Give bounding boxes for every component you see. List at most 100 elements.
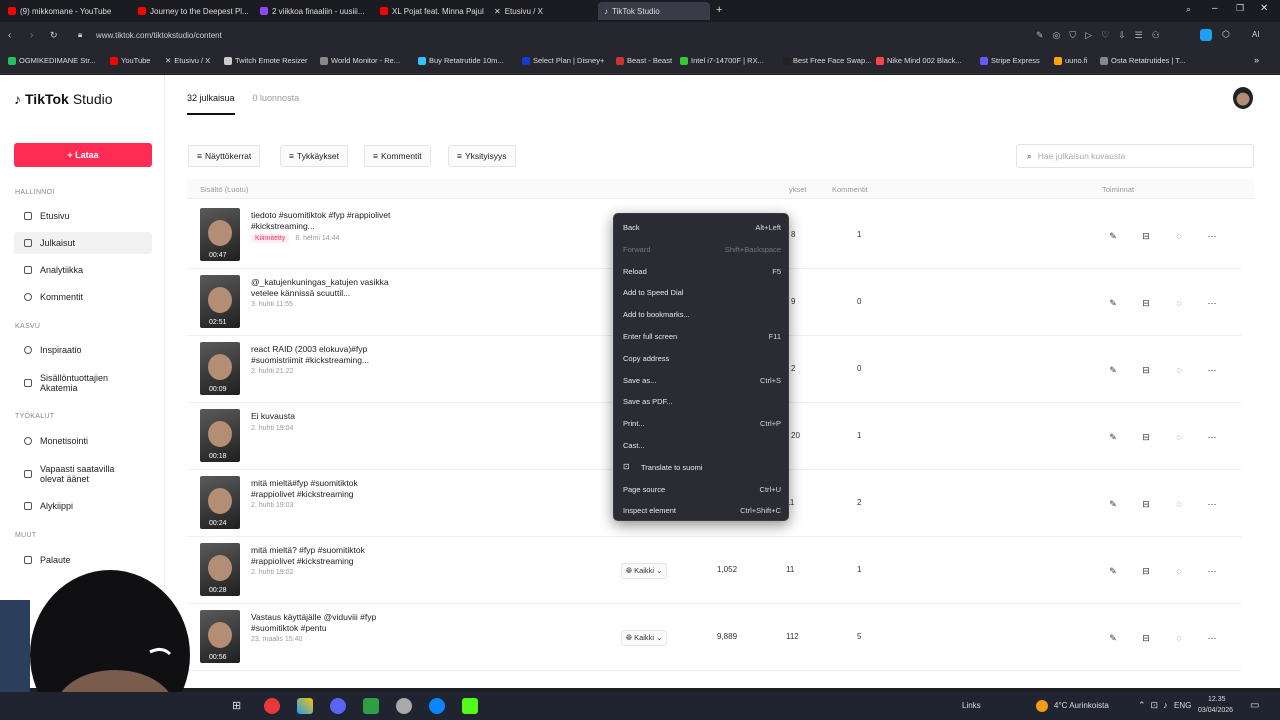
reload-icon[interactable]: ↻ [50, 30, 58, 41]
video-caption[interactable]: react RAID (2003 elokuva)#fyp #suomistri… [251, 344, 401, 366]
url-field[interactable]: www.tiktok.com/tiktokstudio/content [96, 31, 222, 40]
analytics-icon[interactable]: ⊟ [1140, 364, 1152, 376]
clock-date[interactable]: 03/04/2026 [1198, 707, 1233, 714]
app-taskbar-icon[interactable] [363, 698, 379, 714]
steam-icon[interactable] [396, 698, 412, 714]
edge-icon[interactable] [429, 698, 445, 714]
close-window-button[interactable]: ✕ [1260, 3, 1268, 14]
bookmark[interactable]: Buy Retatrutide 10m... [418, 56, 504, 65]
more-icon[interactable]: ⋯ [1206, 230, 1218, 242]
browser-tab[interactable]: 2 viikkoa finaaliin - uusiii... [254, 2, 378, 20]
browser-tab[interactable]: ✕ Etusivu / X [488, 2, 596, 20]
ai-button[interactable]: AI [1252, 30, 1260, 39]
bookmark[interactable]: Stripe Express [980, 56, 1040, 65]
tab-posts[interactable]: 32 julkaisua [187, 93, 235, 115]
edit-icon[interactable]: ✎ [1107, 632, 1119, 644]
bookmark[interactable]: Beast - Beast [616, 56, 672, 65]
forward-icon[interactable]: › [30, 30, 33, 41]
bookmark[interactable]: Osta Retatrutides | T... [1100, 56, 1185, 65]
browser-taskbar-icon[interactable] [264, 698, 280, 714]
analytics-icon[interactable]: ⊟ [1140, 498, 1152, 510]
more-icon[interactable]: ⋯ [1206, 565, 1218, 577]
back-icon[interactable]: ‹ [8, 30, 11, 41]
video-caption[interactable]: Vastaus käyttäjälle @viduviii #fyp #suom… [251, 612, 401, 634]
tab-drafts[interactable]: 0 luonnosta [253, 93, 300, 115]
browser-tab-active[interactable]: ♪ TikTok Studio [598, 2, 710, 20]
privacy-dropdown[interactable]: 🌐︎ Kaikki ⌄ [621, 630, 668, 646]
more-icon[interactable]: ⋯ [1206, 297, 1218, 309]
bookmark[interactable]: uuno.fi [1054, 56, 1088, 65]
context-menu-item[interactable]: Save as... Ctrl+S [614, 370, 790, 390]
comment-icon[interactable]: ◌ [1173, 498, 1185, 510]
table-row[interactable]: 00:56 Vastaus käyttäjälle @viduviii #fyp… [187, 604, 1242, 671]
context-menu-item[interactable]: Inspect element Ctrl+Shift+C [614, 500, 790, 520]
comment-icon[interactable]: ◌ [1173, 565, 1185, 577]
context-menu-item[interactable]: Save as PDF... [614, 391, 790, 411]
video-thumbnail[interactable]: 00:47 [200, 208, 240, 261]
comment-icon[interactable]: ◌ [1173, 230, 1185, 242]
video-caption[interactable]: Ei kuvausta [251, 411, 401, 422]
extension-icon[interactable]: ⬡ [1222, 29, 1230, 40]
sidebar-item-posts[interactable]: Julkaisut [14, 232, 152, 254]
browser-tab[interactable]: XL Pojat feat. Minna Pajul... [374, 2, 484, 20]
context-menu-item[interactable]: Add to bookmarks... [614, 304, 790, 324]
video-caption[interactable]: mitä mieltä? #fyp #suomitiktok #rappioli… [251, 545, 401, 567]
analytics-icon[interactable]: ⊟ [1140, 297, 1152, 309]
sidebar-item-monetization[interactable]: Monetisointi [14, 430, 152, 452]
sidebar-item-inspiration[interactable]: Inspiraatio [14, 339, 152, 361]
upload-button[interactable]: + Lataa [14, 143, 152, 167]
more-icon[interactable]: ⋯ [1206, 364, 1218, 376]
edit-icon[interactable]: ✎ [1107, 498, 1119, 510]
extension-icon[interactable] [1200, 29, 1212, 41]
discord-icon[interactable] [330, 698, 346, 714]
bookmark[interactable]: Select Plan | Disney+ [522, 56, 604, 65]
analytics-icon[interactable]: ⊟ [1140, 431, 1152, 443]
maximize-button[interactable]: ❐ [1236, 3, 1244, 14]
more-icon[interactable]: ⋯ [1206, 431, 1218, 443]
video-caption[interactable]: @_katujenkuningas_katujen vasikka vetele… [251, 277, 401, 299]
comment-icon[interactable]: ◌ [1173, 364, 1185, 376]
weather-label[interactable]: 4°C Aurinkoista [1054, 701, 1109, 710]
comment-icon[interactable]: ◌ [1173, 632, 1185, 644]
video-thumbnail[interactable]: 00:24 [200, 476, 240, 529]
bookmark[interactable]: World Monitor - Re... [320, 56, 400, 65]
filter-likes-button[interactable]: ≡ Tykkäykset [280, 145, 349, 167]
bookmark[interactable]: Best Free Face Swap... [782, 56, 871, 65]
filter-comments-button[interactable]: ≡ Kommentit [364, 145, 431, 167]
sidebar-item-home[interactable]: Etusivu [14, 205, 152, 227]
table-row[interactable]: 00:28 mitä mieltä? #fyp #suomitiktok #ra… [187, 537, 1242, 604]
browser-tab[interactable]: (9) mikkomane - YouTube [2, 2, 130, 20]
video-caption[interactable]: tiedoto #suomitiktok #fyp #rappiolivet #… [251, 210, 401, 232]
tiktok-logo[interactable]: ♪ TikTok Studio [14, 91, 113, 107]
search-input[interactable]: ⌕ Hae julkaisun kuvausta [1016, 144, 1254, 168]
video-thumbnail[interactable]: 00:09 [200, 342, 240, 395]
context-menu-item[interactable]: Page source Ctrl+U [614, 479, 790, 499]
video-thumbnail[interactable]: 02:51 [200, 275, 240, 328]
context-menu-item[interactable]: Add to Speed Dial [614, 282, 790, 302]
toolbar-icons[interactable]: ✎◎⛉▷♡⇩☰⚇ [1036, 30, 1169, 41]
video-thumbnail[interactable]: 00:28 [200, 543, 240, 596]
column-content[interactable]: Sisältö (Luotu) [200, 185, 248, 194]
context-menu-item[interactable]: Copy address [614, 348, 790, 368]
comment-icon[interactable]: ◌ [1173, 297, 1185, 309]
sidebar-item-sounds[interactable]: Vapaasti saatavilla olevat äänet [14, 458, 152, 490]
task-view-icon[interactable]: ⊞ [232, 699, 241, 712]
edit-icon[interactable]: ✎ [1107, 230, 1119, 242]
video-thumbnail[interactable]: 00:56 [200, 610, 240, 663]
context-menu-item[interactable]: Reload F5 [614, 261, 790, 281]
video-thumbnail[interactable]: 00:18 [200, 409, 240, 462]
search-icon[interactable]: ⌕ [1186, 4, 1191, 15]
app-taskbar-icon[interactable] [297, 698, 313, 714]
more-icon[interactable]: ⋯ [1206, 632, 1218, 644]
context-menu-item[interactable]: ⊡ Translate to suomi [614, 457, 790, 477]
privacy-dropdown[interactable]: 🌐︎ Kaikki ⌄ [621, 563, 668, 579]
bookmark[interactable]: ✕ Etusivu / X [165, 56, 210, 65]
context-menu-item[interactable]: Cast... [614, 435, 790, 455]
column-likes[interactable]: ykset [789, 185, 807, 194]
notification-icon[interactable]: ▭ [1250, 700, 1259, 711]
comment-icon[interactable]: ◌ [1173, 431, 1185, 443]
bookmark[interactable]: OGMIKEDIMANE Str... [8, 56, 96, 65]
context-menu-item[interactable]: Print... Ctrl+P [614, 413, 790, 433]
edit-icon[interactable]: ✎ [1107, 565, 1119, 577]
bookmark[interactable]: Intel i7-14700F | RX... [680, 56, 764, 65]
